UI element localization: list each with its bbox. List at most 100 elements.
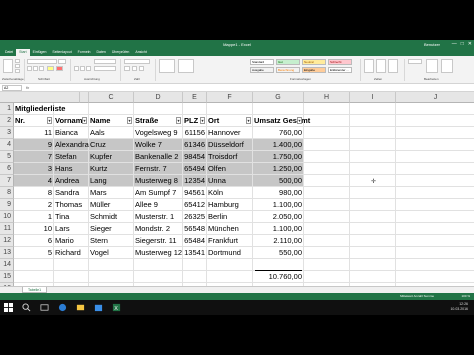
grid-cell[interactable] <box>350 103 396 115</box>
table-cell[interactable]: 8 <box>14 187 54 199</box>
grid-cell[interactable] <box>350 139 396 151</box>
table-cell[interactable]: Alexandra <box>54 139 89 151</box>
table-cell[interactable]: 6 <box>14 235 54 247</box>
paste-button[interactable] <box>3 59 13 73</box>
table-cell[interactable]: Frankfurt <box>207 235 253 247</box>
filter-dropdown-icon[interactable]: ▾ <box>297 117 302 124</box>
filter-dropdown-icon[interactable]: ▾ <box>176 117 181 124</box>
grid-cell[interactable] <box>350 115 396 127</box>
grid-cell[interactable] <box>304 139 350 151</box>
edge-icon[interactable] <box>58 303 67 312</box>
grid-cell[interactable] <box>89 271 134 283</box>
table-cell[interactable]: Vogelsweg 9 <box>134 127 183 139</box>
grid-cell[interactable] <box>304 235 350 247</box>
table-cell[interactable]: Kupfer <box>89 151 134 163</box>
table-cell[interactable]: Tina <box>54 211 89 223</box>
table-cell[interactable]: Richard <box>54 247 89 259</box>
grid-cell[interactable] <box>396 235 474 247</box>
table-cell[interactable]: 98454 <box>183 151 207 163</box>
column-header-f[interactable]: F <box>207 92 253 103</box>
grid-cell[interactable] <box>183 103 207 115</box>
tab-einfuegen[interactable]: Einfügen <box>30 49 50 56</box>
grid-cell[interactable] <box>350 235 396 247</box>
table-cell[interactable]: 2.110,00 <box>253 235 304 247</box>
table-cell[interactable]: Cruz <box>89 139 134 151</box>
table-cell[interactable]: 94561 <box>183 187 207 199</box>
currency-button[interactable] <box>124 66 130 71</box>
table-cell[interactable]: Düsseldorf <box>207 139 253 151</box>
table-cell[interactable]: 26325 <box>183 211 207 223</box>
find-select-button[interactable] <box>441 59 453 73</box>
table-cell[interactable]: 13541 <box>183 247 207 259</box>
grid-cell[interactable] <box>54 259 89 271</box>
minimize-button[interactable]: — <box>452 40 457 49</box>
table-cell[interactable]: 1.100,00 <box>253 199 304 211</box>
grid-cell[interactable] <box>350 151 396 163</box>
table-cell[interactable]: Musterweg 12 <box>134 247 183 259</box>
grid-cell[interactable] <box>134 259 183 271</box>
table-cell[interactable]: 61346 <box>183 139 207 151</box>
filter-dropdown-icon[interactable]: ▾ <box>82 117 87 124</box>
row-header-13[interactable]: 13 <box>0 247 14 259</box>
grid-cell[interactable] <box>350 163 396 175</box>
autosum-button[interactable] <box>408 59 422 64</box>
table-cell[interactable]: Andrea <box>54 175 89 187</box>
table-cell[interactable]: München <box>207 223 253 235</box>
grid-cell[interactable] <box>304 175 350 187</box>
table-cell[interactable]: 7 <box>14 151 54 163</box>
header-cell[interactable]: Name ▾ <box>89 115 134 127</box>
row-header-8[interactable]: 8 <box>0 187 14 199</box>
grid-cell[interactable] <box>304 187 350 199</box>
grid-cell[interactable] <box>396 127 474 139</box>
italic-button[interactable] <box>33 66 38 71</box>
maximize-button[interactable]: □ <box>461 40 464 49</box>
table-cell[interactable]: 1.750,00 <box>253 151 304 163</box>
row-header-15[interactable]: 15 <box>0 271 14 283</box>
windows-start-icon[interactable] <box>4 303 13 312</box>
filter-dropdown-icon[interactable]: ▾ <box>200 117 205 124</box>
sort-filter-button[interactable] <box>426 59 438 73</box>
table-cell[interactable]: Am Sumpf 7 <box>134 187 183 199</box>
grid-cell[interactable] <box>207 103 253 115</box>
underline-button[interactable] <box>39 66 44 71</box>
column-header-e[interactable]: E <box>183 92 207 103</box>
table-cell[interactable]: 550,00 <box>253 247 304 259</box>
table-cell[interactable]: 11 <box>14 127 54 139</box>
grid-cell[interactable] <box>304 259 350 271</box>
grid-cell[interactable] <box>350 259 396 271</box>
format-painter-icon[interactable] <box>15 69 20 73</box>
style-schlecht[interactable]: Schlecht <box>328 59 352 65</box>
style-neutral[interactable]: Neutral <box>302 59 326 65</box>
format-as-table-button[interactable] <box>178 59 194 73</box>
grid-cell[interactable] <box>396 139 474 151</box>
zoom-level[interactable]: 100 % <box>461 293 470 300</box>
row-header-9[interactable]: 9 <box>0 199 14 211</box>
row-header-10[interactable]: 10 <box>0 211 14 223</box>
total-cell[interactable]: 10.760,00 <box>253 271 304 283</box>
grid-cell[interactable] <box>89 103 134 115</box>
grid-cell[interactable] <box>207 259 253 271</box>
table-cell[interactable]: Kurtz <box>89 163 134 175</box>
grid-cell[interactable] <box>396 211 474 223</box>
align-left-button[interactable] <box>74 66 79 71</box>
table-cell[interactable]: Allee 9 <box>134 199 183 211</box>
table-cell[interactable]: Hans <box>54 163 89 175</box>
thousands-button[interactable] <box>139 66 144 71</box>
row-header-2[interactable]: 2 <box>0 115 14 127</box>
grid-cell[interactable] <box>304 115 350 127</box>
merge-center-button[interactable] <box>94 66 116 71</box>
grid-cell[interactable] <box>396 115 474 127</box>
style-erklaerend[interactable]: Erklärender ... <box>328 67 352 73</box>
header-cell[interactable]: Ort ▾ <box>207 115 253 127</box>
grid-cell[interactable] <box>396 247 474 259</box>
column-header-h[interactable]: H <box>304 92 350 103</box>
column-header-i[interactable]: I <box>350 92 396 103</box>
tab-daten[interactable]: Daten <box>94 49 109 56</box>
table-cell[interactable]: Troisdorf <box>207 151 253 163</box>
table-cell[interactable]: Mario <box>54 235 89 247</box>
table-cell[interactable]: 4 <box>14 175 54 187</box>
row-header-12[interactable]: 12 <box>0 235 14 247</box>
table-cell[interactable]: 56548 <box>183 223 207 235</box>
grid-cell[interactable] <box>304 103 350 115</box>
search-icon[interactable] <box>22 303 31 312</box>
